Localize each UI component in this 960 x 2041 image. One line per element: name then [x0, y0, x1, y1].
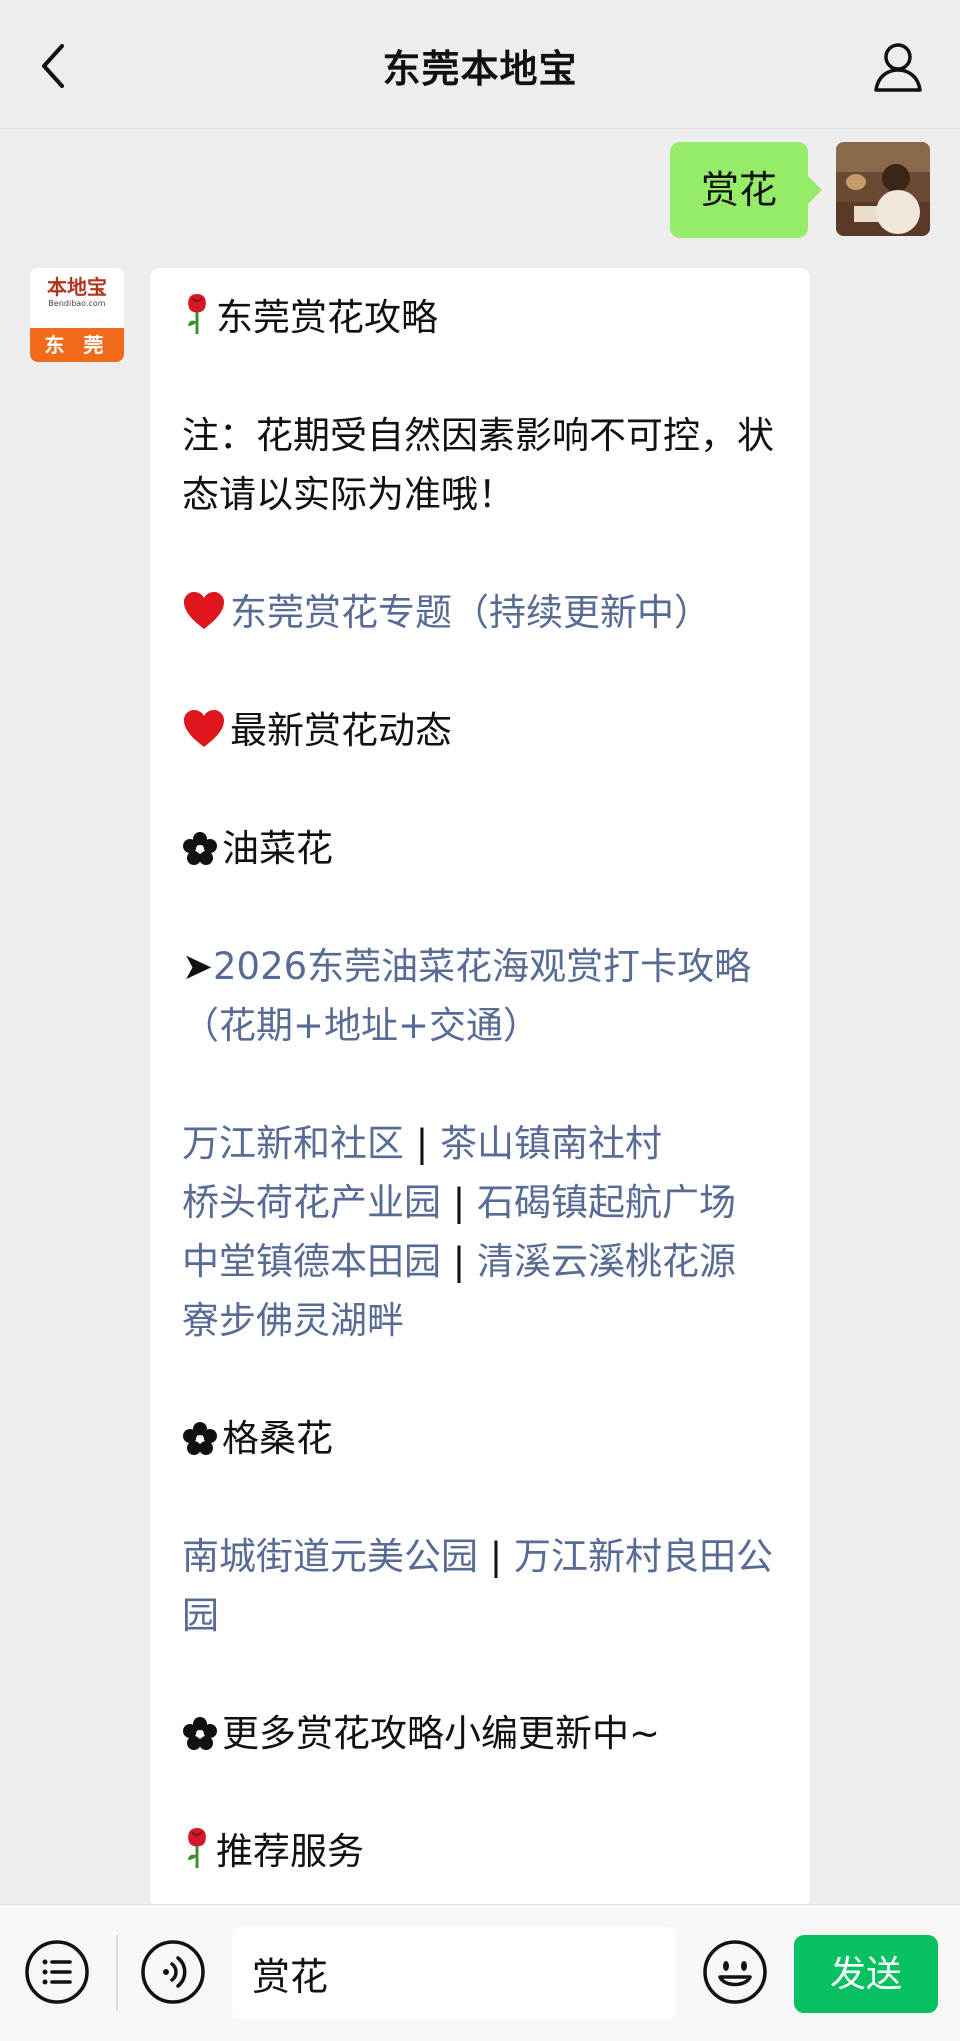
emoji-button[interactable]	[702, 1939, 768, 2005]
voice-icon	[141, 1940, 205, 2004]
message-input[interactable]	[232, 1927, 676, 2019]
logo-domain: Bendibao.com	[48, 299, 106, 308]
flower-icon	[183, 832, 217, 865]
bendibao-avatar[interactable]: 本地宝 Bendibao.com 东 莞	[30, 268, 124, 362]
smiley-icon	[703, 1940, 767, 2004]
input-bar: 发送	[0, 1904, 960, 2041]
profile-button[interactable]	[870, 38, 926, 94]
flower-icon	[183, 1717, 217, 1750]
more-text: 更多赏花攻略小编更新中~	[222, 1712, 661, 1755]
rapeseed-heading-text: 油菜花	[222, 827, 333, 870]
menu-button[interactable]	[24, 1939, 90, 2005]
logo-text: 本地宝	[47, 275, 107, 299]
more-line: 更多赏花攻略小编更新中~	[182, 1704, 786, 1763]
user-message-bubble[interactable]: 赏花	[670, 142, 822, 238]
place-link[interactable]: 茶山镇南社村	[440, 1122, 662, 1165]
gesang-places: 南城街道元美公园 | 万江新村良田公园	[182, 1527, 786, 1645]
separator: |	[404, 1122, 440, 1165]
user-photo-icon	[836, 142, 930, 236]
topic-line: 东莞赏花专题（持续更新中）	[182, 583, 786, 642]
place-link[interactable]: 清溪云溪桃花源	[477, 1240, 736, 1283]
note-text: 注：花期受自然因素影响不可控，状态请以实际为准哦！	[182, 414, 774, 516]
voice-button[interactable]	[140, 1939, 206, 2005]
chat-title: 东莞本地宝	[382, 47, 578, 91]
place-link[interactable]: 南城街道元美公园	[182, 1535, 478, 1578]
divider	[116, 1935, 118, 2011]
chat-header: 东莞本地宝	[0, 0, 960, 129]
gesang-heading: 格桑花	[182, 1409, 786, 1468]
guide-title: 东莞赏花攻略	[182, 288, 786, 347]
heart-icon	[184, 592, 224, 629]
place-link[interactable]: 石碣镇起航广场	[477, 1181, 736, 1224]
rapeseed-places: 万江新和社区 | 茶山镇南社村 桥头荷花产业园 | 石碣镇起航广场 中堂镇德本田…	[182, 1114, 786, 1350]
flower-icon	[183, 1422, 217, 1455]
place-link[interactable]: 桥头荷花产业园	[182, 1181, 441, 1224]
user-avatar[interactable]	[836, 142, 930, 236]
menu-list-icon	[25, 1940, 89, 2004]
rapeseed-heading: 油菜花	[182, 819, 786, 878]
separator: |	[441, 1240, 477, 1283]
latest-line: 最新赏花动态	[182, 701, 786, 760]
latest-text: 最新赏花动态	[230, 709, 452, 752]
place-link[interactable]: 中堂镇德本田园	[182, 1240, 441, 1283]
bot-message-bubble: 东莞赏花攻略 注：花期受自然因素影响不可控，状态请以实际为准哦！ 东莞赏花专题（…	[150, 268, 810, 1908]
logo-city: 东 莞	[30, 328, 124, 362]
rose-icon	[188, 1828, 206, 1868]
heart-icon	[184, 710, 224, 747]
rapeseed-link-line: ➤2026东莞油菜花海观赏打卡攻略（花期+地址+交通）	[182, 937, 786, 1055]
recommend-text: 推荐服务	[216, 1830, 364, 1873]
person-icon	[874, 43, 922, 92]
topic-link[interactable]: 东莞赏花专题（持续更新中）	[230, 591, 711, 634]
rapeseed-guide-link[interactable]: 2026东莞油菜花海观赏打卡攻略（花期+地址+交通）	[182, 945, 751, 1047]
guide-title-text: 东莞赏花攻略	[216, 296, 438, 339]
arrow-icon: ➤	[182, 945, 214, 988]
place-link[interactable]: 寮步佛灵湖畔	[182, 1299, 404, 1342]
place-link[interactable]: 万江新和社区	[182, 1122, 404, 1165]
send-button[interactable]: 发送	[794, 1935, 938, 2013]
rose-icon	[188, 294, 206, 334]
recommend-line: 推荐服务	[182, 1822, 786, 1881]
logo-top: 本地宝 Bendibao.com	[30, 268, 124, 328]
gesang-heading-text: 格桑花	[222, 1417, 333, 1460]
separator: |	[441, 1181, 477, 1224]
separator: |	[478, 1535, 514, 1578]
